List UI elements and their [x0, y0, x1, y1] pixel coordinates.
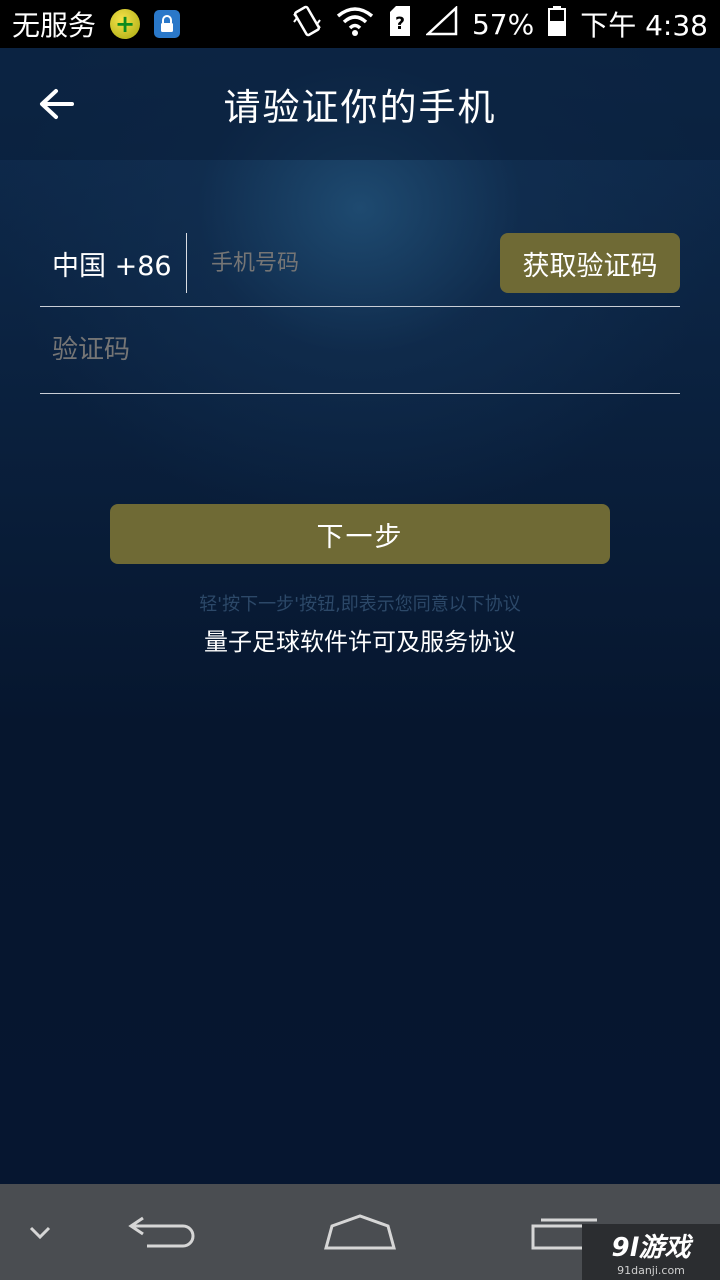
hide-keyboard-button[interactable]: [22, 1218, 58, 1248]
verify-form: 中国 +86 获取验证码: [40, 220, 680, 394]
sim-unknown-icon: ?: [388, 5, 412, 43]
svg-text:?: ?: [395, 14, 405, 34]
verification-code-input[interactable]: [52, 335, 452, 365]
back-button[interactable]: [30, 78, 82, 130]
agreement-link[interactable]: 量子足球软件许可及服务协议: [0, 622, 720, 657]
battery-icon: [548, 5, 567, 43]
back-arrow-icon: [128, 1216, 195, 1248]
watermark-logo-text: 9l游戏: [611, 1233, 691, 1263]
agreement-hint: 轻'按下一步'按钮,即表示您同意以下协议: [199, 594, 521, 615]
app-bar: 请验证你的手机: [0, 48, 720, 160]
nav-back-button[interactable]: [120, 1210, 200, 1254]
lock-app-icon: [154, 10, 181, 38]
home-icon: [324, 1214, 396, 1250]
country-code-selector[interactable]: 中国 +86: [40, 244, 186, 283]
verify-phone-page: 请验证你的手机 中国 +86 获取验证码 下一步 轻'按下一步'按钮,即表示您同…: [0, 48, 720, 1184]
clock-text: 下午 4:38: [580, 9, 708, 42]
vertical-divider: [186, 233, 187, 293]
wifi-icon: [336, 6, 374, 43]
chevron-down-icon: [29, 1226, 51, 1240]
get-code-button[interactable]: 获取验证码: [500, 233, 680, 293]
phone-number-input[interactable]: [211, 250, 500, 276]
phone-row: 中国 +86 获取验证码: [40, 220, 680, 307]
plus-app-icon: +: [110, 9, 141, 39]
arrow-left-icon: [40, 89, 74, 119]
nav-home-button[interactable]: [318, 1210, 402, 1254]
carrier-text: 无服务: [12, 9, 97, 42]
status-bar: 无服务 + ? 57% 下午 4:38: [0, 0, 720, 48]
next-step-button[interactable]: 下一步: [110, 504, 610, 564]
status-right: ? 57% 下午 4:38: [292, 4, 708, 45]
vibrate-icon: [292, 4, 322, 45]
watermark-url: 91danji.com: [617, 1264, 685, 1277]
status-left: 无服务 +: [12, 4, 181, 44]
page-title: 请验证你的手机: [223, 86, 497, 129]
code-row: [40, 307, 680, 394]
site-watermark: 9l游戏 91danji.com: [582, 1224, 720, 1280]
signal-icon: [424, 4, 458, 43]
battery-text: 57%: [471, 7, 535, 41]
